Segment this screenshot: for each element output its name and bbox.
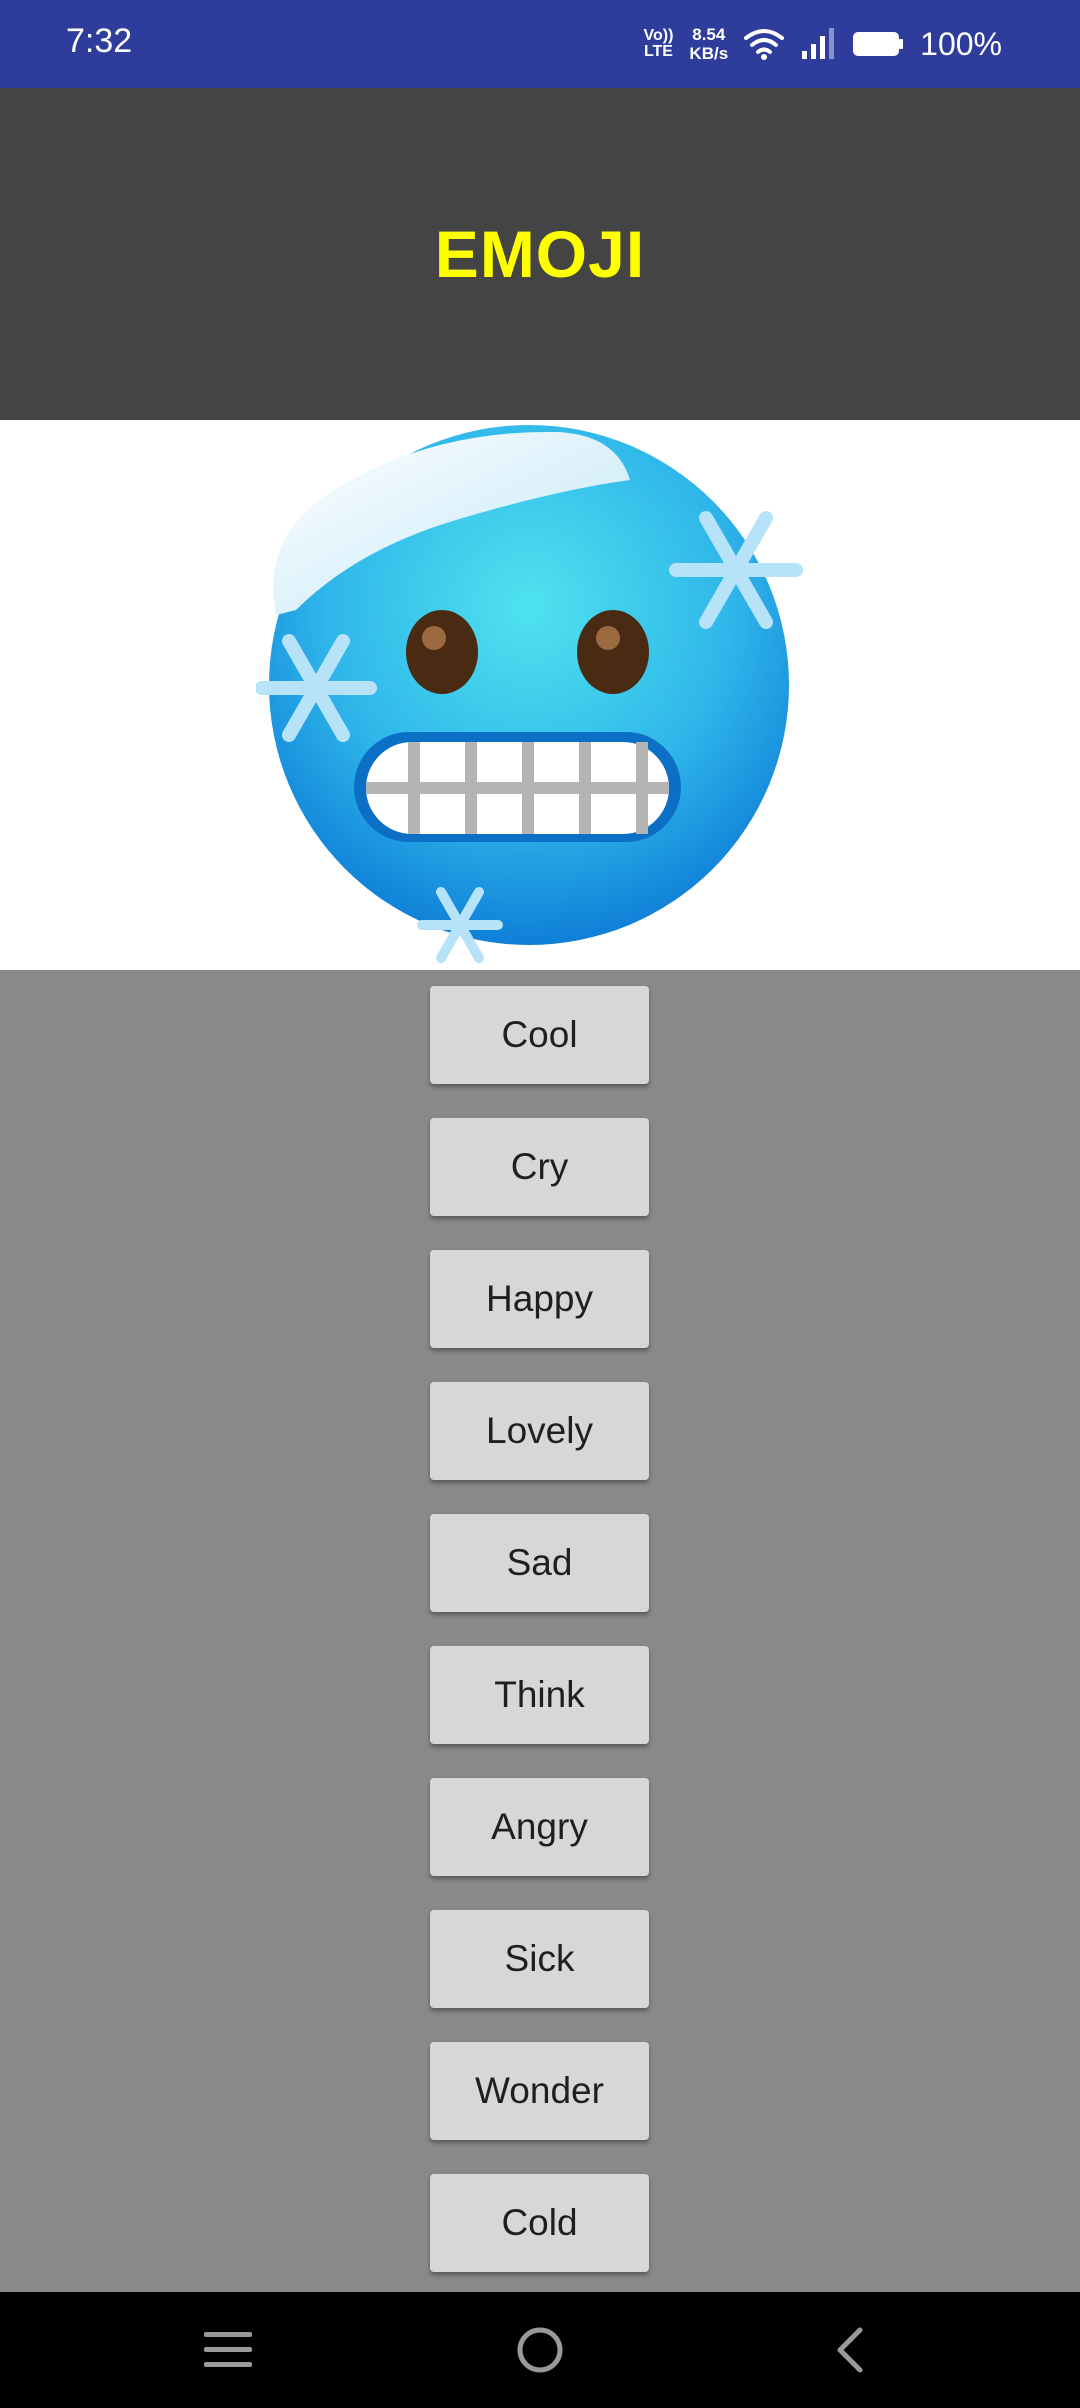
cold-face-emoji-icon xyxy=(256,425,803,963)
angry-button[interactable]: Angry xyxy=(430,1778,649,1876)
recent-apps-button[interactable] xyxy=(188,2312,268,2388)
wonder-button[interactable]: Wonder xyxy=(430,2042,649,2140)
wifi-icon xyxy=(744,29,785,60)
app-header: EMOJI xyxy=(0,88,1080,420)
emoji-image-panel xyxy=(0,420,1080,970)
lovely-button[interactable]: Lovely xyxy=(430,1382,649,1480)
cold-button[interactable]: Cold xyxy=(430,2174,649,2272)
system-nav-bar xyxy=(0,2292,1080,2408)
happy-button[interactable]: Happy xyxy=(430,1250,649,1348)
volte-label: Vo)) xyxy=(643,27,674,44)
status-bar: 7:32 Vo)) LTE 8.54 KB/s 100% xyxy=(0,0,1080,88)
back-icon xyxy=(837,2327,863,2373)
home-button[interactable] xyxy=(500,2312,580,2388)
network-speed-unit: KB/s xyxy=(689,44,729,63)
cry-button[interactable]: Cry xyxy=(430,1118,649,1216)
status-indicators: Vo)) LTE 8.54 KB/s 100% xyxy=(644,18,1003,70)
sad-button[interactable]: Sad xyxy=(430,1514,649,1612)
battery-percent: 100% xyxy=(920,25,1002,62)
page-title: EMOJI xyxy=(434,217,646,291)
volte-indicator: Vo)) LTE xyxy=(644,28,674,60)
menu-icon xyxy=(204,2332,252,2367)
signal-icon xyxy=(802,28,835,59)
lte-label: LTE xyxy=(643,43,673,60)
think-button[interactable]: Think xyxy=(430,1646,649,1744)
back-button[interactable] xyxy=(810,2312,890,2388)
cool-button[interactable]: Cool xyxy=(430,986,649,1084)
network-speed: 8.54 KB/s xyxy=(689,25,728,63)
sick-button[interactable]: Sick xyxy=(430,1910,649,2008)
battery-icon xyxy=(853,32,904,56)
home-icon xyxy=(517,2327,563,2373)
network-speed-value: 8.54 xyxy=(692,25,726,44)
status-time: 7:32 xyxy=(66,22,133,60)
